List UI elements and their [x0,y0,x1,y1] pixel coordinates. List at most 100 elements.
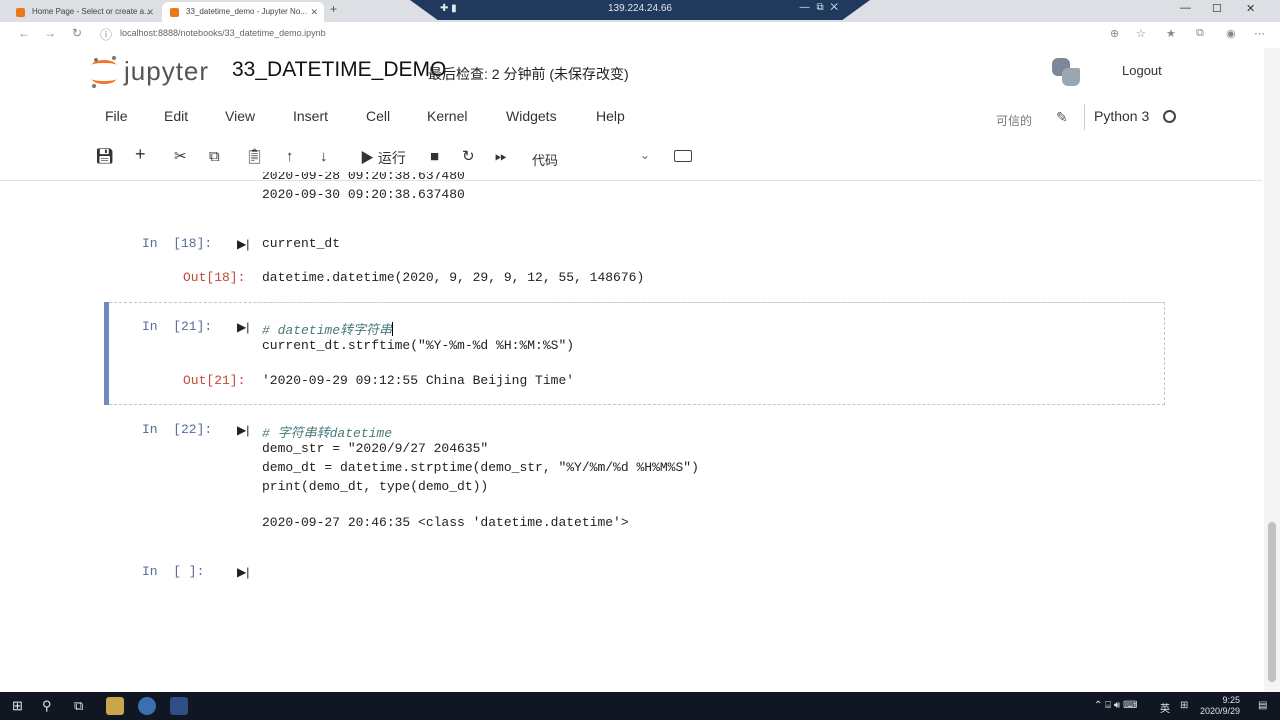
run-button[interactable]: ▶ 运行 [360,148,406,168]
menu-help[interactable]: Help [596,108,625,124]
paste-icon[interactable]: 📋︎ [245,148,264,166]
menu-insert[interactable]: Insert [293,108,328,124]
menu-bar: File Edit View Insert Cell Kernel Widget… [0,104,1270,130]
interrupt-icon[interactable]: ■ [430,148,439,166]
jupyter-favicon-icon [16,8,25,17]
code-line[interactable]: demo_str = "2020/9/27 204635" [262,441,488,456]
run-label: 运行 [377,150,406,166]
cell-type-value: 代码 [532,153,559,168]
notebook-toolbar: 💾︎ + ✂ ⧉ 📋︎ ↑ ↓ ▶ 运行 ■ ↻ ⏩︎ 代码 ⌄ [0,144,1270,170]
jupyter-logo-icon [92,56,118,88]
move-down-icon[interactable]: ↓ [320,148,328,166]
notebook-container: 2020-09-28 09:20:38.637480 2020-09-30 09… [0,172,1264,692]
page-scrollbar[interactable] [1264,48,1280,692]
kernel-name: Python 3 [1094,108,1150,124]
system-clock[interactable]: 9:25 2020/9/29 [1200,695,1240,717]
browser-tab-title: 33_datetime_demo - Jupyter No... [186,7,307,16]
menu-edit[interactable]: Edit [164,108,188,124]
jupyter-favicon-icon [170,8,179,17]
pin-icon[interactable]: ✚ ▮ [440,3,457,14]
browser-icon[interactable] [138,697,156,715]
collections-icon[interactable]: ⧉ [1196,27,1204,40]
cell-type-select[interactable]: 代码 ⌄ [530,147,652,168]
selected-cell[interactable] [104,302,1165,405]
input-language[interactable]: 英 [1160,700,1170,715]
search-icon[interactable]: ⚲ [42,698,52,714]
selected-cell-indicator [104,302,109,405]
clock-date: 2020/9/29 [1199,706,1240,716]
run-cell-icon[interactable]: ▶| [237,320,249,334]
remote-window-controls[interactable]: — ⧉ ✕ [800,2,840,13]
cell-output: datetime.datetime(2020, 9, 29, 9, 12, 55… [262,270,645,285]
code-line[interactable]: current_dt.strftime("%Y-%m-%d %H:%M:%S") [262,338,574,353]
tray-icons[interactable]: ⌃ ⌸ 🔊︎ ⌨ [1094,700,1137,711]
more-icon[interactable]: ⋯ [1254,27,1265,40]
remote-ip: 139.224.24.66 [608,3,672,14]
new-tab-button[interactable]: + [330,2,337,16]
task-view-icon[interactable]: ⧉ [74,698,83,714]
windows-start-icon[interactable]: ⊞ [12,698,23,714]
restart-run-all-icon[interactable]: ⏩︎ [495,148,507,166]
zoom-icon[interactable]: ⊕ [1110,27,1119,40]
remote-desktop-icon[interactable] [170,697,188,715]
keyboard-icon[interactable] [674,150,692,162]
ime-icon[interactable]: ⊞ [1180,700,1188,711]
browser-tab-bar: Home Page - Select or create a... ✕ 33_d… [0,0,1280,22]
jupyter-logo-text: jupyter [124,56,210,86]
chevron-down-icon: ⌄ [639,148,650,162]
text-cursor [392,322,394,336]
save-icon[interactable]: 💾︎ [95,148,114,166]
star-icon[interactable]: ☆ [1136,27,1146,40]
input-prompt: In [21]: [142,319,213,334]
scrollbar-thumb[interactable] [1268,522,1276,682]
restart-icon[interactable]: ↻ [462,148,475,166]
run-cell-icon[interactable]: ▶| [237,423,249,437]
menu-kernel[interactable]: Kernel [427,108,467,124]
file-explorer-icon[interactable] [106,697,124,715]
profile-icon[interactable]: ◉ [1226,27,1236,40]
run-cell-icon[interactable]: ▶| [237,237,249,251]
browser-tab-notebook[interactable]: 33_datetime_demo - Jupyter No... ✕ [162,2,324,22]
menu-file[interactable]: File [105,108,128,124]
info-icon: ⓘ [100,28,113,42]
code-line[interactable]: current_dt [262,236,340,251]
reload-icon[interactable]: ↻ [72,26,82,40]
forward-icon[interactable]: → [44,26,56,40]
cell-output: 2020-09-27 20:46:35 <class 'datetime.dat… [262,515,629,530]
insert-cell-icon[interactable]: + [135,145,146,163]
trusted-indicator[interactable]: 可信的 [996,112,1032,129]
menu-widgets[interactable]: Widgets [506,108,557,124]
code-line[interactable]: # datetime转字符串 [262,319,394,338]
favorites-icon[interactable]: ★ [1166,27,1176,40]
cell-divider [255,302,1163,303]
notebook-title[interactable]: 33_DATETIME_DEMO [232,58,446,82]
code-line[interactable]: print(demo_dt, type(demo_dt)) [262,479,488,494]
close-tab-icon[interactable]: ✕ [146,2,154,22]
input-prompt: In [ ]: [142,564,205,579]
browser-tab-home[interactable]: Home Page - Select or create a... ✕ [8,2,160,22]
kernel-idle-icon [1163,110,1176,123]
maximize-icon[interactable]: ☐ [1212,2,1222,15]
empty-code-cell[interactable] [262,560,1162,582]
code-comment[interactable]: # 字符串转datetime [262,422,392,441]
cell-output: '2020-09-29 09:12:55 China Beijing Time' [262,373,575,388]
input-prompt: In [22]: [142,422,213,437]
logout-button[interactable]: Logout [1122,63,1162,78]
close-tab-icon[interactable]: ✕ [310,2,318,22]
code-line[interactable]: demo_dt = datetime.strptime(demo_str, "%… [262,460,699,475]
output-line: 2020-09-30 09:20:38.637480 [262,187,465,202]
notifications-icon[interactable]: ▤ [1258,700,1267,711]
close-window-icon[interactable]: ✕ [1246,2,1255,15]
python-logo-icon [1050,56,1082,88]
cut-icon[interactable]: ✂ [174,148,187,166]
url-field[interactable]: localhost:8888/notebooks/33_datetime_dem… [120,28,326,38]
input-prompt: In [18]: [142,236,213,251]
menu-cell[interactable]: Cell [366,108,390,124]
menu-view[interactable]: View [225,108,255,124]
run-cell-icon[interactable]: ▶| [237,565,249,579]
clock-time: 9:25 [1222,695,1240,705]
move-up-icon[interactable]: ↑ [286,148,294,166]
back-icon[interactable]: ← [18,26,30,40]
copy-icon[interactable]: ⧉ [209,148,220,166]
minimize-icon[interactable]: — [1180,2,1191,14]
